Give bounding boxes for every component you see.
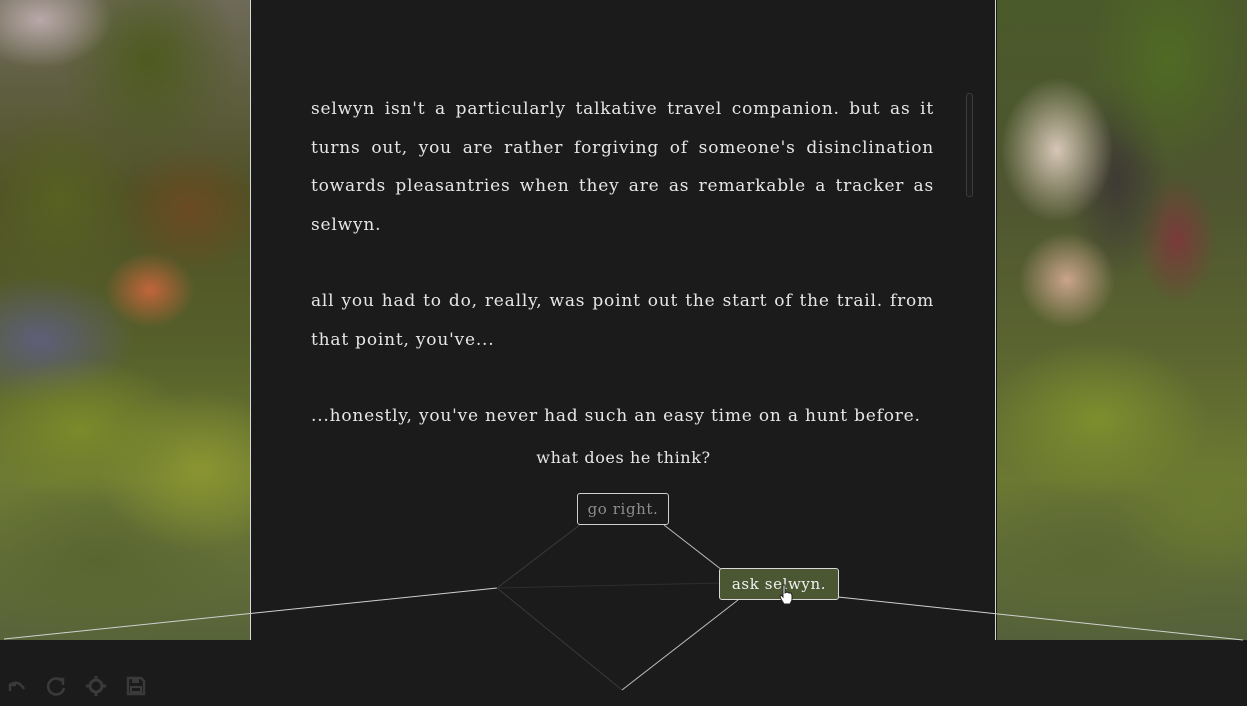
undo-icon <box>8 681 26 691</box>
game-stage: selwyn isn't a particularly talkative tr… <box>0 0 1247 706</box>
choice-go-right-button[interactable]: go right. <box>577 493 669 525</box>
undo-button[interactable] <box>6 675 28 697</box>
redo-icon <box>46 677 66 696</box>
redo-button[interactable] <box>45 675 67 697</box>
settings-button[interactable] <box>85 675 107 697</box>
save-button[interactable] <box>125 675 147 697</box>
choice-map-lines <box>3 523 1244 691</box>
save-icon <box>126 676 146 696</box>
map-line-active-1 <box>663 524 723 571</box>
horizon-line-left <box>3 587 498 640</box>
bottom-toolbar <box>0 640 1247 706</box>
map-line-dim-3 <box>496 582 723 589</box>
horizon-line-right <box>837 596 1244 641</box>
hand-cursor-icon <box>779 584 793 605</box>
map-line-dim-1 <box>496 523 582 589</box>
settings-icon <box>86 676 106 696</box>
